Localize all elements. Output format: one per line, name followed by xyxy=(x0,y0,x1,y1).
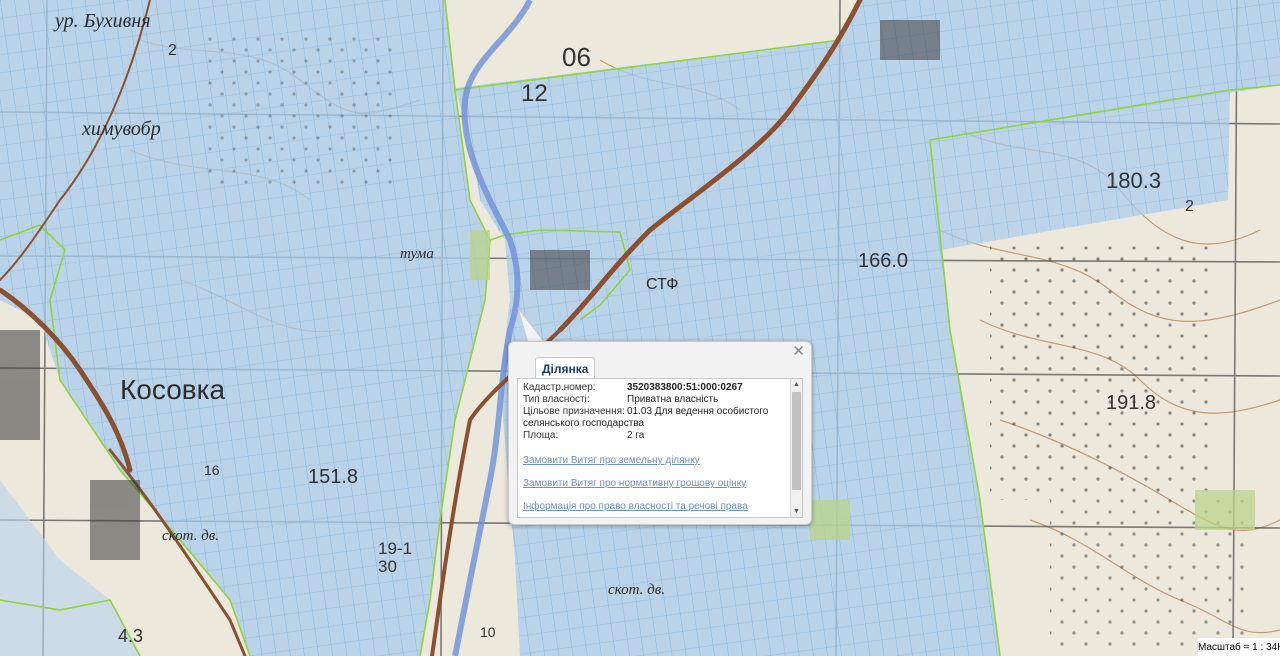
field-label: Площа: xyxy=(523,430,559,441)
scale-indicator: Масштаб = 1 : 34К xyxy=(1198,638,1280,656)
field-value: 01.03 Для ведення особистого xyxy=(627,406,769,417)
elev-180-3: 180.3 xyxy=(1106,168,1162,193)
label-06: 06 xyxy=(562,42,591,72)
label-2-a: 2 xyxy=(168,42,177,59)
order-valuation-extract-link[interactable]: Замовити Витяг про нормативну грошову оц… xyxy=(523,478,785,490)
label-tumo: тума xyxy=(400,246,434,262)
popup-scrollbar[interactable]: ▲ ▼ xyxy=(790,379,802,517)
label-4-3: 4.3 xyxy=(118,626,144,646)
label-kosovka: Косовка xyxy=(120,374,226,405)
label-10: 10 xyxy=(480,624,496,640)
label-stf: СТФ xyxy=(646,276,679,293)
label-skot-1: скот. дв. xyxy=(162,528,219,544)
elev-151-8: 151.8 xyxy=(308,466,359,488)
cadastral-map[interactable] xyxy=(0,0,1280,656)
label-khimuvobr: химувобр xyxy=(82,118,161,140)
field-label: Цільове призначення: xyxy=(523,406,625,417)
label-19-1-30: 19-1 30 xyxy=(378,539,413,576)
parcel-info-popup: ✕ Ділянка Кадастр.номер: 3520383800:51:0… xyxy=(508,341,812,525)
label-bukhivnya: ур. Бухивня xyxy=(55,10,151,32)
field-cadastral-number: Кадастр.номер: 3520383800:51:000:0267 xyxy=(523,382,785,394)
elev-166-0: 166.0 xyxy=(858,250,909,272)
popup-content[interactable]: Кадастр.номер: 3520383800:51:000:0267 Ти… xyxy=(517,378,803,518)
field-ownership-type: Тип власності: Приватна власність xyxy=(523,394,785,406)
scroll-down-icon[interactable]: ▼ xyxy=(791,506,802,517)
tab-parcel[interactable]: Ділянка xyxy=(535,357,596,379)
field-purpose: Цільове призначення: 01.03 Для ведення о… xyxy=(523,406,785,418)
label-2-b: 2 xyxy=(1185,198,1194,215)
scroll-up-icon[interactable]: ▲ xyxy=(791,379,802,390)
field-value: 2 га xyxy=(627,430,645,441)
popup-fields: Кадастр.номер: 3520383800:51:000:0267 Ти… xyxy=(523,382,785,513)
label-16: 16 xyxy=(204,462,220,478)
field-value: 3520383800:51:000:0267 xyxy=(627,382,743,393)
label-12: 12 xyxy=(521,80,548,107)
elev-191-8: 191.8 xyxy=(1106,392,1157,414)
field-label: Кадастр.номер: xyxy=(523,382,596,393)
close-icon[interactable]: ✕ xyxy=(792,344,805,360)
field-value: Приватна власність xyxy=(627,394,719,405)
order-parcel-extract-link[interactable]: Замовити Витяг про земельну ділянку xyxy=(523,455,785,467)
ownership-info-link[interactable]: Інформація про право власності та речові… xyxy=(523,501,785,513)
field-purpose-continuation: селянського господарства xyxy=(523,418,645,429)
field-area: Площа: 2 га xyxy=(523,430,785,442)
label-skot-2: скот. дв. xyxy=(608,582,665,598)
scroll-thumb[interactable] xyxy=(792,392,801,490)
field-label: Тип власності: xyxy=(523,394,590,405)
